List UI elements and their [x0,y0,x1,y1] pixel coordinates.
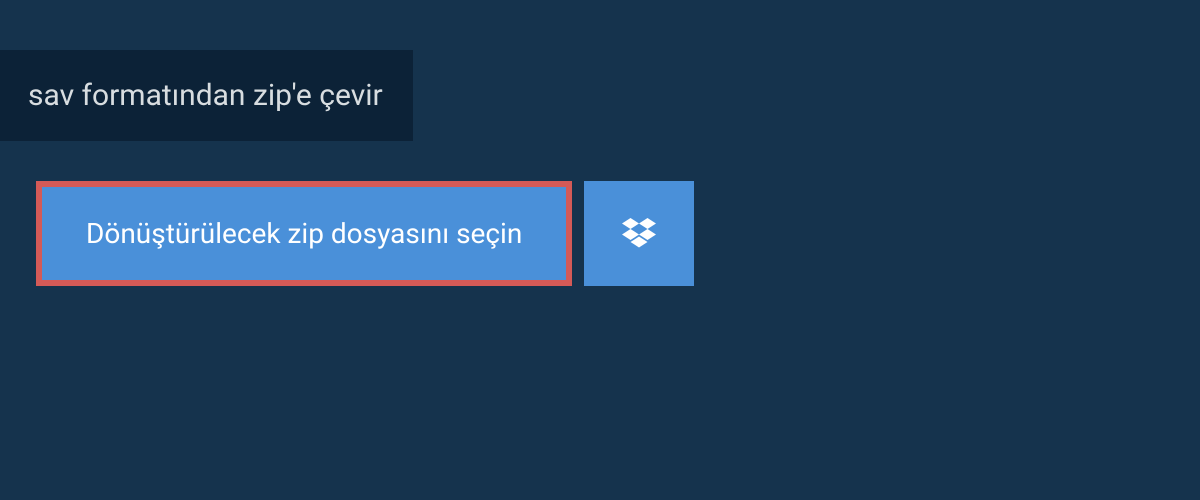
page-title: sav formatından zip'e çevir [0,50,413,141]
dropbox-button[interactable] [584,181,694,286]
dropbox-icon [622,218,656,250]
page-title-text: sav formatından zip'e çevir [28,78,383,113]
select-file-button-label: Dönüştürülecek zip dosyasını seçin [86,217,522,250]
select-file-button[interactable]: Dönüştürülecek zip dosyasını seçin [36,181,572,286]
file-select-row: Dönüştürülecek zip dosyasını seçin [36,181,1200,286]
